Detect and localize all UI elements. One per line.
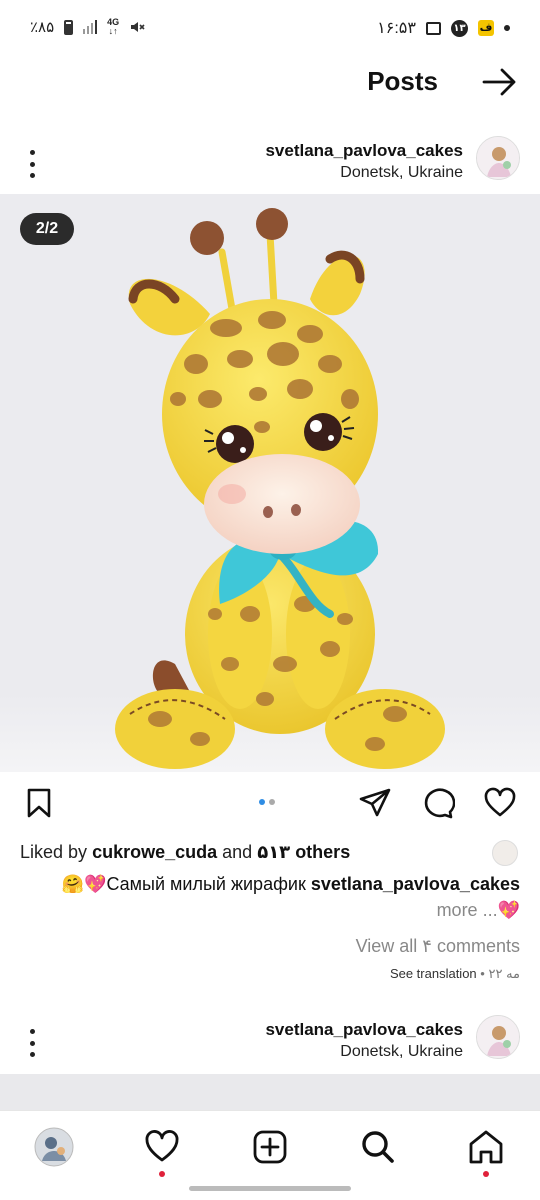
- image-counter: 2/2: [20, 213, 74, 245]
- home-notification-dot: [483, 1171, 489, 1177]
- activity-heart-icon[interactable]: [142, 1127, 182, 1177]
- giraffe-illustration: [0, 194, 540, 772]
- top-bar: Posts: [0, 58, 540, 108]
- post-header: svetlana_pavlova_cakes Donetsk, Ukraine: [0, 136, 540, 196]
- next-post-author-block[interactable]: svetlana_pavlova_cakes Donetsk, Ukraine: [265, 1019, 463, 1063]
- status-left: ٪۸۵ 4G ↓↑: [30, 18, 145, 36]
- next-post-username[interactable]: svetlana_pavlova_cakes: [265, 1019, 463, 1041]
- post-author-block[interactable]: svetlana_pavlova_cakes Donetsk, Ukraine: [265, 140, 463, 184]
- more-options-icon[interactable]: [22, 150, 42, 178]
- next-post-image[interactable]: [0, 1074, 540, 1114]
- battery-level: ٪۸۵: [30, 19, 55, 36]
- send-icon[interactable]: [358, 786, 392, 820]
- next-post-location[interactable]: Donetsk, Ukraine: [265, 1041, 463, 1063]
- notification-dot-icon: [504, 25, 510, 31]
- carousel-pager: [259, 799, 275, 805]
- activity-notification-dot: [159, 1171, 165, 1177]
- app-notification-icon: ف: [478, 20, 494, 36]
- see-translation-link[interactable]: See translation: [390, 966, 477, 981]
- bookmark-icon[interactable]: [22, 786, 56, 820]
- liked-by-prefix: Liked by: [20, 842, 88, 862]
- caption-username[interactable]: svetlana_pavlova_cakes: [311, 874, 520, 894]
- caption-emoji: 🤗💖: [61, 874, 107, 894]
- gallery-notification-icon: [426, 21, 441, 35]
- heart-icon[interactable]: [483, 786, 517, 820]
- liked-by-others[interactable]: others: [295, 842, 350, 862]
- next-author-avatar[interactable]: [476, 1015, 520, 1059]
- comment-icon[interactable]: [421, 786, 455, 820]
- status-bar: ٪۸۵ 4G ↓↑ ۱۶:۵۳ ۱۳ ف: [0, 0, 540, 58]
- battery-icon: [64, 19, 74, 35]
- network-type: 4G ↓↑: [107, 17, 120, 36]
- clock: ۱۶:۵۳: [377, 20, 416, 37]
- caption-more-emoji: 💖: [497, 900, 520, 920]
- profile-avatar[interactable]: [34, 1127, 74, 1167]
- signal-icon: [83, 20, 98, 34]
- translation-line: See translation • ۲۲ مه: [390, 966, 520, 982]
- view-all-comments[interactable]: View all ۴ comments: [356, 936, 520, 957]
- pager-dot-inactive: [269, 799, 275, 805]
- liker-avatar[interactable]: [492, 840, 518, 866]
- post-username[interactable]: svetlana_pavlova_cakes: [265, 140, 463, 162]
- post-location[interactable]: Donetsk, Ukraine: [265, 162, 463, 184]
- liked-by-count: ۵۱۳: [257, 842, 291, 862]
- search-icon[interactable]: [358, 1127, 398, 1167]
- separator-dot: •: [480, 966, 485, 981]
- bottom-nav: [0, 1110, 540, 1182]
- caption-more[interactable]: more ...💖: [437, 900, 520, 921]
- home-icon[interactable]: [466, 1127, 506, 1177]
- pager-dot-active: [259, 799, 265, 805]
- post-actions: [0, 780, 540, 828]
- post-image[interactable]: 2/2: [0, 194, 540, 772]
- page-title: Posts: [367, 66, 438, 96]
- next-post-header: svetlana_pavlova_cakes Donetsk, Ukraine: [0, 1015, 540, 1075]
- more-options-icon[interactable]: [22, 1029, 42, 1057]
- liked-by-user[interactable]: cukrowe_cuda: [92, 842, 217, 862]
- likes-line[interactable]: Liked by cukrowe_cuda and ۵۱۳ others: [20, 842, 350, 863]
- add-post-icon[interactable]: [250, 1127, 290, 1167]
- mute-icon: [131, 22, 145, 32]
- post-caption[interactable]: 🤗💖Самый милый жирафик svetlana_pavlova_c…: [62, 874, 520, 895]
- status-right: ۱۶:۵۳ ۱۳ ف: [377, 18, 510, 38]
- forward-arrow-icon[interactable]: [482, 66, 518, 98]
- more-label[interactable]: more ...: [437, 900, 498, 920]
- notification-count-badge: ۱۳: [451, 19, 468, 37]
- liked-by-and: and: [222, 842, 253, 862]
- gesture-bar[interactable]: [189, 1186, 351, 1191]
- caption-text: Самый милый жирафик: [106, 874, 306, 894]
- author-avatar[interactable]: [476, 136, 520, 180]
- post-date: ۲۲ مه: [488, 966, 520, 981]
